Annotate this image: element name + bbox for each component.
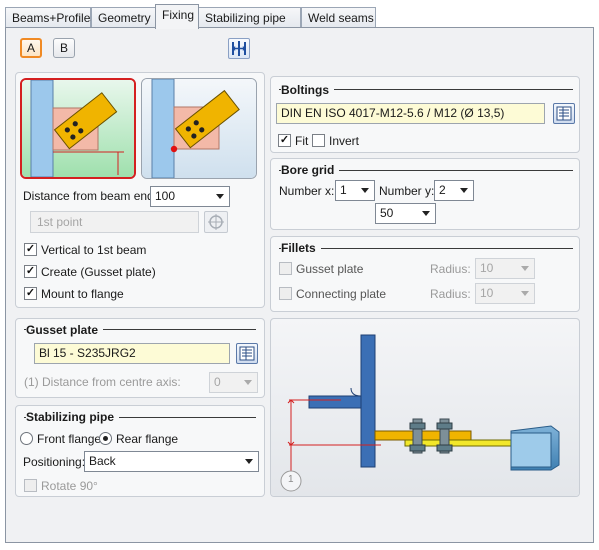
gusset-plate-value: Bl 15 - S235JRG2 (39, 346, 136, 360)
chevron-down-icon (244, 380, 252, 385)
distance-from-centre-axis-combo[interactable]: 0 (209, 372, 258, 393)
fillets-title: Fillets (281, 241, 321, 255)
fillet-radius-label-1: Radius: (430, 262, 471, 276)
fillet-gusset-plate-checkbox[interactable] (279, 262, 292, 275)
catalog-icon (239, 346, 255, 361)
fillet-connecting-plate-label: Connecting plate (296, 287, 387, 301)
tab-geometry[interactable]: Geometry (91, 7, 156, 28)
number-y-combo[interactable]: 2 (434, 180, 474, 201)
distance-from-centre-axis-label: (1) Distance from centre axis: (24, 375, 181, 389)
chevron-down-icon (361, 188, 369, 193)
bore-grid-title: Bore grid (281, 163, 340, 177)
catalog-icon (556, 106, 572, 121)
fillet-radius-value-1: 10 (480, 261, 494, 275)
gusset-plate-library-button[interactable] (236, 343, 258, 364)
chevron-down-icon (460, 188, 468, 193)
fillets-divider (279, 248, 573, 249)
variant-a-button[interactable]: A (20, 38, 42, 58)
first-point-placeholder: 1st point (37, 215, 83, 229)
tab-weld-seams[interactable]: Weld seams (301, 7, 376, 28)
section-preview-image (271, 319, 579, 496)
connection-type-2-image (142, 79, 256, 178)
distance-from-beam-end-label: Distance from beam end: (23, 189, 158, 203)
boltings-title: Boltings (281, 83, 334, 97)
distance-from-centre-axis-value: 0 (214, 375, 221, 389)
fillet-radius-combo-2[interactable]: 10 (475, 283, 535, 304)
invert-checkbox[interactable] (312, 134, 325, 147)
invert-label: Invert (329, 134, 360, 148)
connection-type-option-1[interactable] (20, 78, 136, 179)
mount-to-flange-label: Mount to flange (41, 287, 124, 301)
preview-marker-label: 1 (288, 474, 294, 485)
pick-point-icon (208, 214, 224, 230)
variant-b-button[interactable]: B (53, 38, 75, 58)
fit-label: Fit (295, 134, 309, 148)
symmetry-icon (232, 41, 246, 56)
bore-spacing-value: 50 (380, 206, 394, 220)
gusset-plate-input[interactable]: Bl 15 - S235JRG2 (34, 343, 230, 364)
chevron-down-icon (245, 459, 253, 464)
pick-point-button[interactable] (204, 211, 228, 233)
front-flange-radio[interactable] (20, 432, 33, 445)
vertical-to-1st-beam-label: Vertical to 1st beam (41, 243, 147, 257)
distance-from-beam-end-value: 100 (155, 189, 176, 203)
tab-stabilizing-pipe[interactable]: Stabilizing pipe (198, 7, 301, 28)
positioning-combo[interactable]: Back (84, 451, 259, 472)
fillet-radius-value-2: 10 (480, 286, 494, 300)
create-gusset-plate-checkbox[interactable]: ✓ (24, 265, 37, 278)
rotate-90-label: Rotate 90° (41, 479, 98, 493)
tab-beams-profiles[interactable]: Beams+Profiles (5, 7, 96, 28)
fit-checkbox[interactable]: ✓ (278, 134, 291, 147)
number-x-value: 1 (340, 183, 347, 197)
gusset-plate-title: Gusset plate (26, 323, 104, 337)
rear-flange-label: Rear flange (116, 432, 179, 446)
connection-type-1-image (22, 80, 134, 177)
symmetry-toggle-button[interactable] (228, 38, 250, 59)
chevron-down-icon (422, 211, 430, 216)
boltings-input[interactable]: DIN EN ISO 4017-M12-5.6 / M12 (Ø 13,5) (276, 103, 545, 124)
tab-fixing[interactable]: Fixing (155, 4, 199, 29)
chevron-down-icon (216, 194, 224, 199)
positioning-label: Positioning: (23, 455, 86, 469)
chevron-down-icon (521, 291, 529, 296)
create-gusset-plate-label: Create (Gusset plate) (41, 265, 156, 279)
boltings-library-button[interactable] (553, 103, 575, 124)
front-flange-label: Front flange (37, 432, 102, 446)
connection-type-option-2[interactable] (141, 78, 257, 179)
preview-panel: 1 (270, 318, 580, 497)
number-x-combo[interactable]: 1 (335, 180, 375, 201)
number-y-label: Number y: (379, 184, 435, 198)
mount-to-flange-checkbox[interactable]: ✓ (24, 287, 37, 300)
fillet-gusset-plate-label: Gusset plate (296, 262, 364, 276)
boltings-value: DIN EN ISO 4017-M12-5.6 / M12 (Ø 13,5) (281, 106, 505, 120)
fillet-radius-combo-1[interactable]: 10 (475, 258, 535, 279)
bore-spacing-combo[interactable]: 50 (375, 203, 436, 224)
vertical-to-1st-beam-checkbox[interactable]: ✓ (24, 243, 37, 256)
number-x-label: Number x: (279, 184, 335, 198)
rotate-90-checkbox[interactable] (24, 479, 37, 492)
distance-from-beam-end-combo[interactable]: 100 (150, 186, 230, 207)
stabilizing-pipe-title: Stabilizing pipe (26, 410, 120, 424)
positioning-value: Back (89, 454, 116, 468)
fillet-connecting-plate-checkbox[interactable] (279, 287, 292, 300)
fillet-radius-label-2: Radius: (430, 287, 471, 301)
chevron-down-icon (521, 266, 529, 271)
number-y-value: 2 (439, 183, 446, 197)
fixing-dialog: Beams+Profiles Geometry Fixing Stabilizi… (0, 0, 599, 550)
first-point-input[interactable]: 1st point (30, 211, 199, 233)
rear-flange-radio[interactable] (99, 432, 112, 445)
